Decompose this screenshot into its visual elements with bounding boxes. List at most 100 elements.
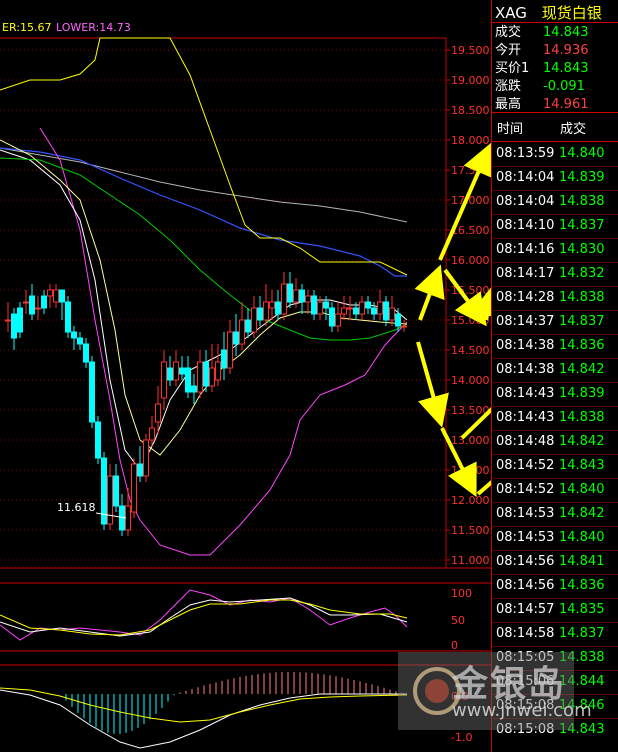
tick-row[interactable]: 08:14:17 14.832 [492, 262, 618, 286]
tick-row[interactable]: 08:14:38 14.836 [492, 334, 618, 358]
tick-price: 14.842 [559, 506, 605, 521]
candle-body [83, 343, 89, 363]
candle-body [35, 307, 41, 310]
tick-separator [492, 454, 618, 455]
candle-body [305, 295, 311, 303]
candle-body [143, 439, 149, 477]
candle-body [179, 367, 185, 375]
oscillator-tick-label: 0 [451, 639, 458, 652]
tick-time: 08:14:17 [496, 266, 555, 281]
tick-separator [492, 598, 618, 599]
candle-body [155, 403, 161, 423]
tick-price: 14.840 [559, 482, 605, 497]
tick-time: 08:14:58 [496, 626, 555, 641]
tick-separator [492, 382, 618, 383]
tick-time: 08:14:04 [496, 170, 555, 185]
quote-label: 买价1 [495, 61, 530, 76]
candle-body [311, 295, 317, 315]
candle-body [317, 301, 323, 315]
quote-label: 今开 [495, 43, 522, 58]
candle-body [281, 283, 287, 315]
indicator-lower-label: LOWER:14.73 [56, 21, 131, 34]
quote-value: 14.936 [543, 43, 589, 58]
candle-body [359, 301, 365, 315]
y-axis-label: 12.500 [451, 464, 490, 477]
y-axis-label: 13.000 [451, 434, 490, 447]
candle-body [329, 307, 335, 327]
tick-row[interactable]: 08:14:53 14.842 [492, 502, 618, 526]
candle-body [11, 313, 17, 339]
candle-body [383, 301, 389, 321]
tick-row[interactable]: 08:14:16 14.830 [492, 238, 618, 262]
tick-time: 08:14:56 [496, 578, 555, 593]
candle-body [275, 301, 281, 315]
candle-body [161, 361, 167, 399]
tick-separator [492, 190, 618, 191]
tick-row[interactable]: 08:14:56 14.841 [492, 550, 618, 574]
tick-separator [492, 622, 618, 623]
tick-price: 14.837 [559, 314, 605, 329]
tick-row[interactable]: 08:14:43 14.839 [492, 382, 618, 406]
tick-time: 08:14:37 [496, 314, 555, 329]
macd-white [0, 689, 407, 749]
tick-row[interactable]: 08:14:10 14.837 [492, 214, 618, 238]
tick-separator [492, 310, 618, 311]
tick-separator [492, 358, 618, 359]
quote-label: 成交 [495, 25, 522, 40]
candle-body [77, 337, 83, 345]
tick-row[interactable]: 08:13:59 14.840 [492, 142, 618, 166]
candle-body [389, 307, 395, 321]
candle-body [131, 463, 137, 513]
blue-ma-line [0, 147, 407, 277]
quote-divider [492, 112, 618, 113]
tick-price: 14.830 [559, 242, 605, 257]
candle-body [23, 301, 29, 304]
candle-body [287, 283, 293, 303]
tick-row[interactable]: 08:14:38 14.842 [492, 358, 618, 382]
tick-row[interactable]: 08:14:56 14.836 [492, 574, 618, 598]
tick-row[interactable]: 08:14:52 14.843 [492, 454, 618, 478]
tick-price: 14.837 [559, 218, 605, 233]
tick-row[interactable]: 08:14:04 14.839 [492, 166, 618, 190]
candle-body [269, 301, 275, 309]
tick-row[interactable]: 08:14:37 14.837 [492, 310, 618, 334]
candle-body [149, 427, 155, 441]
y-axis-label: 14.000 [451, 374, 490, 387]
oscillator-tick-label: 100 [451, 587, 472, 600]
tick-row[interactable]: 08:14:53 14.840 [492, 526, 618, 550]
indicator-upper-label: ER:15.67 [2, 21, 51, 34]
tick-separator [492, 238, 618, 239]
tick-time: 08:14:48 [496, 434, 555, 449]
y-axis-label: 18.500 [451, 104, 490, 117]
tick-row[interactable]: 08:14:58 14.837 [492, 622, 618, 646]
symbol-code: XAG [495, 4, 527, 22]
tick-time: 08:14:28 [496, 290, 555, 305]
candle-body [191, 385, 197, 393]
candle-body [347, 307, 353, 310]
candle-body [371, 307, 377, 315]
candle-body [263, 301, 269, 321]
tick-time: 08:14:57 [496, 602, 555, 617]
tick-separator [492, 334, 618, 335]
tick-price: 14.836 [559, 338, 605, 353]
quote-panel: XAG 现货白银 成交 14.843 今开 14.936 买价1 14.843 涨跌 -0.0… [491, 0, 618, 752]
quote-value: 14.961 [543, 97, 589, 112]
ticks-price-header: 成交 [560, 122, 587, 137]
quote-value: 14.843 [543, 61, 589, 76]
tick-row[interactable]: 08:14:04 14.838 [492, 190, 618, 214]
candlestick-chart[interactable]: ER:15.67 LOWER:14.73 19.500 19.000 18.500 1… [0, 0, 491, 752]
tick-row[interactable]: 08:14:52 14.840 [492, 478, 618, 502]
y-axis-label: 15.000 [451, 314, 490, 327]
tick-row[interactable]: 08:14:43 14.838 [492, 406, 618, 430]
tick-separator [492, 214, 618, 215]
quote-row: 今开 14.936 [495, 42, 589, 60]
quote-value: -0.091 [543, 79, 585, 94]
tick-time: 08:14:04 [496, 194, 555, 209]
tick-row[interactable]: 08:14:48 14.842 [492, 430, 618, 454]
tick-separator [492, 286, 618, 287]
tick-row[interactable]: 08:14:28 14.838 [492, 286, 618, 310]
tick-row[interactable]: 08:14:57 14.835 [492, 598, 618, 622]
candle-body [401, 325, 407, 328]
candle-body [221, 349, 227, 369]
watermark-url: www.jnwei.com [452, 700, 592, 721]
